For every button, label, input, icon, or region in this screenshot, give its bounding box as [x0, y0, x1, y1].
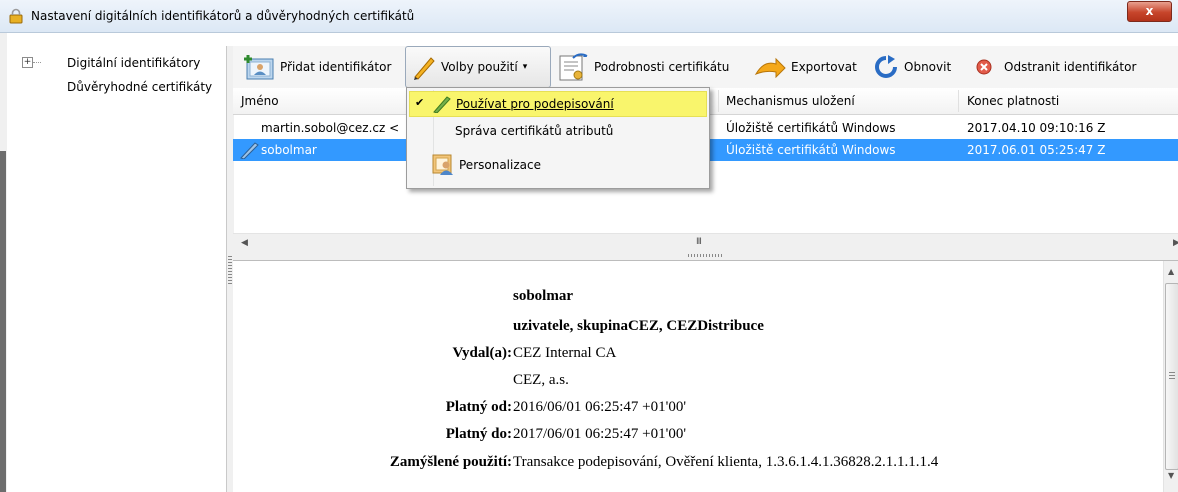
remove-id-button[interactable]: Odstranit identifikátor [974, 46, 1136, 88]
detail-issuer-org: CEZ, a.s. [513, 372, 569, 388]
add-id-button[interactable]: Přidat identifikátor [241, 46, 391, 88]
certificate-details-icon [559, 53, 588, 81]
scroll-left-icon[interactable]: ◀ [241, 238, 248, 248]
certificate-settings-window: Nastavení digitálních identifikátorů a d… [0, 0, 1178, 492]
scroll-thumb-grip [1169, 372, 1175, 379]
export-label: Exportovat [791, 60, 857, 74]
certificate-details-button[interactable]: Podrobnosti certifikátu [557, 46, 729, 88]
cell-storage: Úložiště certifikátů Windows [726, 121, 896, 135]
cell-expiry: 2017.04.10 09:10:16 Z [967, 121, 1106, 135]
detail-valid-to: 2017/06/01 06:25:47 +01'00' [513, 426, 687, 442]
splitter-grip [228, 256, 232, 286]
frame-shadow [0, 151, 6, 492]
detail-valid-to-label: Platný do: [445, 426, 512, 442]
personalization-icon [432, 154, 453, 175]
detail-valid-from-label: Platný od: [445, 399, 512, 415]
window-title: Nastavení digitálních identifikátorů a d… [31, 9, 415, 23]
remove-id-label: Odstranit identifikátor [1004, 60, 1137, 74]
detail-valid-from: 2016/06/01 06:25:47 +01'00' [513, 399, 687, 415]
title-bar: Nastavení digitálních identifikátorů a d… [0, 0, 1178, 33]
close-button[interactable]: x [1127, 1, 1172, 22]
certificate-details-pane: sobolmar uzivatele, skupinaCEZ, CEZDistr… [233, 261, 1163, 492]
scroll-thumb[interactable] [1165, 283, 1178, 470]
scroll-up-icon[interactable]: ▲ [1168, 267, 1174, 276]
detail-organization: uzivatele, skupinaCEZ, CEZDistribuce [513, 318, 764, 334]
detail-intended-use-label: Zamýšlené použití: [389, 454, 512, 470]
cell-name: sobolmar [261, 143, 317, 157]
green-pen-icon [433, 96, 451, 113]
add-id-icon [244, 55, 274, 80]
refresh-label: Obnovit [904, 60, 952, 74]
menu-item-manage-attribute-certificates[interactable]: Správa certifikátů atributů [409, 119, 705, 143]
cell-expiry: 2017.06.01 05:25:47 Z [967, 143, 1106, 157]
scroll-right-icon[interactable]: ▶ [1173, 238, 1178, 248]
column-separator[interactable] [718, 90, 719, 112]
horizontal-splitter[interactable] [233, 252, 1178, 261]
certificate-details-label: Podrobnosti certifikátu [594, 60, 730, 74]
column-header-name[interactable]: Jméno [241, 94, 279, 108]
cell-storage: Úložiště certifikátů Windows [726, 143, 896, 157]
export-button[interactable]: Exportovat [754, 46, 857, 88]
usage-options-label: Volby použití [441, 60, 518, 74]
menu-item-use-for-signing[interactable]: ✔ Používat pro podepisování [409, 91, 707, 117]
refresh-icon [875, 55, 897, 78]
cell-name: martin.sobol@cez.cz < [261, 121, 400, 135]
table-horizontal-scrollbar[interactable]: ◀ III ▶ [233, 233, 1178, 252]
refresh-button[interactable]: Obnovit [873, 46, 951, 88]
scroll-down-icon[interactable]: ▼ [1168, 471, 1174, 480]
close-icon: x [1145, 4, 1154, 18]
tree-item-digital-ids[interactable]: Digitální identifikátory [67, 56, 200, 70]
menu-label-use-for-signing: Používat pro podepisování [456, 97, 614, 111]
detail-issuer-label: Vydal(a): [452, 345, 512, 361]
column-header-storage[interactable]: Mechanismus uložení [726, 94, 855, 108]
detail-name: sobolmar [513, 288, 573, 304]
dropdown-arrow-icon: ▾ [522, 62, 528, 72]
usage-options-button[interactable]: Volby použití ▾ [405, 46, 551, 88]
add-id-label: Přidat identifikátor [280, 60, 392, 74]
usage-options-menu: ✔ Používat pro podepisování Správa certi… [406, 87, 710, 189]
tree-expand-toggle[interactable]: + [22, 57, 33, 68]
detail-intended-use: Transakce podepisování, Ověření klienta,… [513, 454, 939, 470]
lock-icon [9, 8, 23, 24]
signing-pen-icon [240, 142, 259, 159]
column-separator[interactable] [958, 90, 959, 112]
tree-connector [33, 62, 41, 64]
category-tree [8, 46, 223, 492]
details-vertical-scrollbar[interactable]: ▲ ▼ [1163, 261, 1178, 492]
export-arrow-icon [754, 57, 786, 78]
column-header-expiry[interactable]: Konec platnosti [967, 94, 1059, 108]
menu-item-personalization[interactable]: Personalizace [409, 150, 705, 180]
splitter-grip [688, 254, 724, 257]
detail-issuer: CEZ Internal CA [513, 345, 617, 361]
pen-icon [414, 57, 435, 80]
toolbar: Přidat identifikátor Volby použití ▾ Pod… [233, 46, 1178, 88]
scroll-thumb-grip[interactable]: III [696, 237, 702, 247]
menu-label-personalization: Personalizace [459, 158, 541, 172]
menu-label-manage-attribute-certificates: Správa certifikátů atributů [455, 124, 614, 138]
remove-icon [976, 59, 992, 75]
tree-item-trusted-certificates[interactable]: Důvěryhodné certifikáty [67, 80, 212, 94]
window-frame-left [0, 33, 7, 492]
check-icon: ✔ [415, 96, 425, 109]
